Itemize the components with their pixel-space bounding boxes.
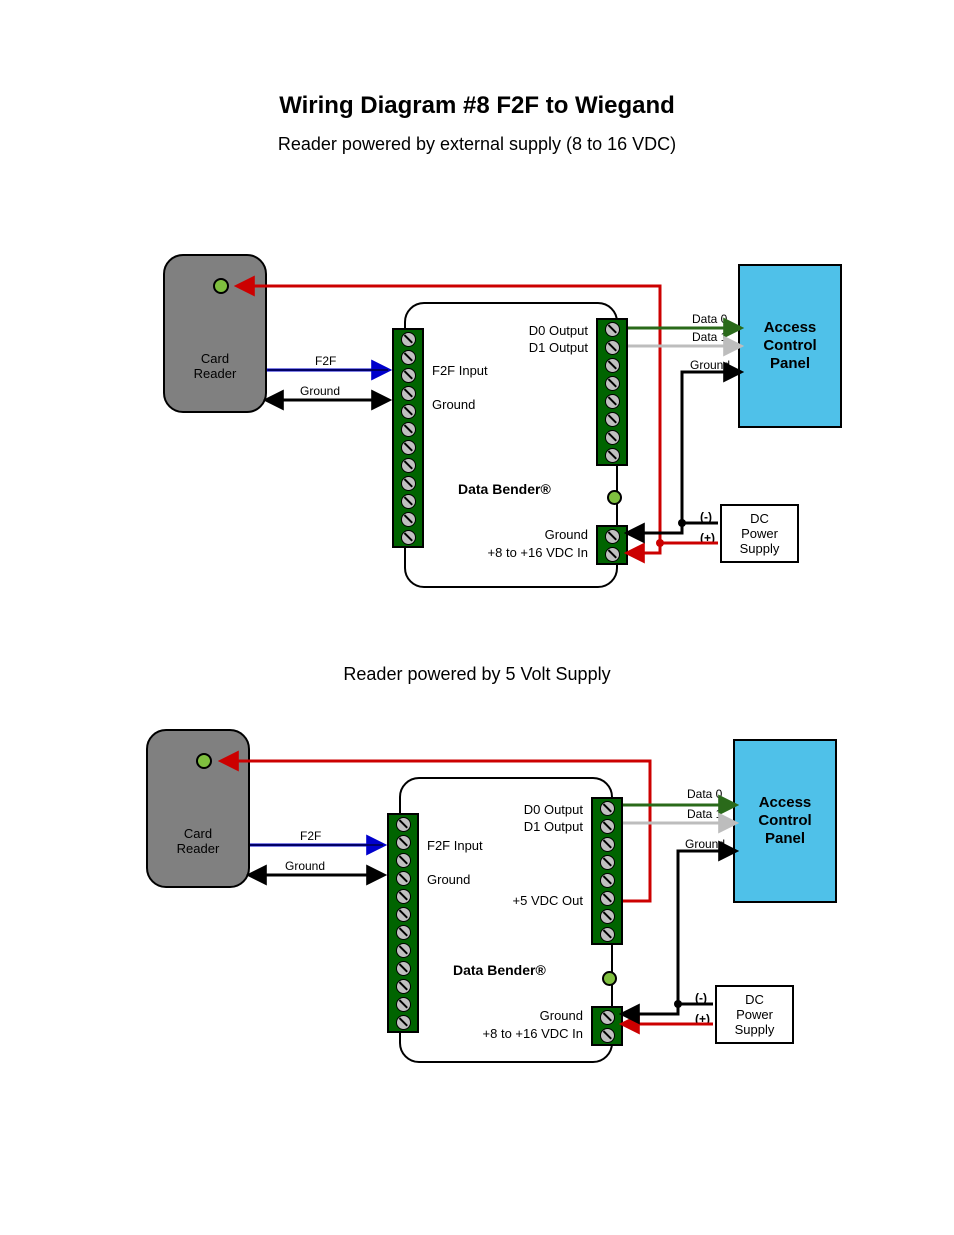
page-title: Wiring Diagram #8 F2F to Wiegand xyxy=(0,92,954,120)
diagram-1-external-supply: Card Reader F2F Input Ground D0 Output D… xyxy=(0,250,954,600)
wires-svg-2 xyxy=(0,725,954,1085)
wires-svg-1 xyxy=(0,250,954,600)
subtitle-1: Reader powered by external supply (8 to … xyxy=(0,134,954,155)
subtitle-2: Reader powered by 5 Volt Supply xyxy=(0,664,954,685)
diagram-2-5v-supply: Card Reader F2F Input Ground D0 Output D… xyxy=(0,725,954,1085)
